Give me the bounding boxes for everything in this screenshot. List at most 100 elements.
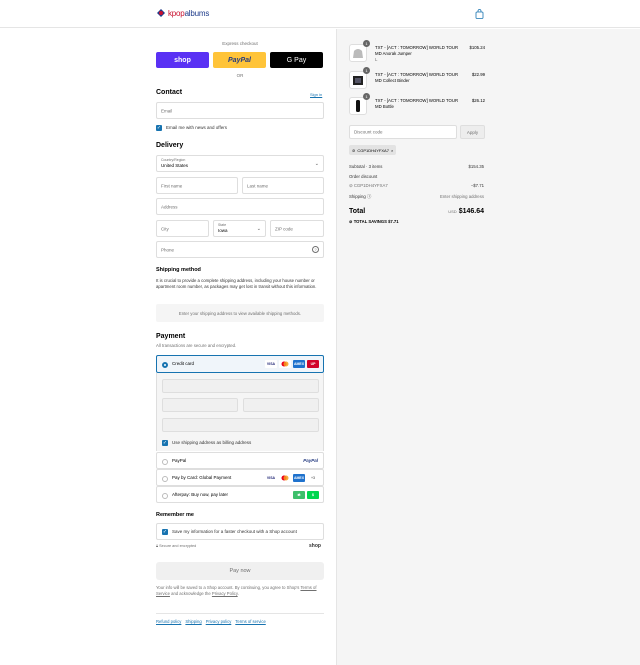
credit-card-radio[interactable] xyxy=(162,361,168,368)
legal-period: . xyxy=(237,591,239,596)
shop-pay-button[interactable]: shop xyxy=(156,52,209,68)
country-value: United States xyxy=(161,163,189,168)
cart-bag-icon[interactable] xyxy=(475,9,484,19)
pay-now-button[interactable]: Pay now xyxy=(156,562,324,580)
payment-subtitle: All transactions are secure and encrypte… xyxy=(156,343,237,348)
global-payment-radio[interactable] xyxy=(162,475,168,482)
country-label: Country/Region xyxy=(161,158,186,162)
total-savings-value: $7.71 xyxy=(388,219,399,224)
discount-value: −$7.71 xyxy=(470,183,484,188)
news-checkbox[interactable]: ✓ xyxy=(156,125,162,131)
quantity-badge: 1 xyxy=(363,67,370,74)
mastercard-icon xyxy=(279,474,291,482)
subtotal-label: Subtotal · 3 items xyxy=(349,164,383,169)
discount-code-field[interactable]: Discount code xyxy=(349,125,457,139)
security-code-field[interactable] xyxy=(243,398,319,412)
legal-and: and acknowledge the xyxy=(171,591,211,596)
quantity-badge: 1 xyxy=(363,93,370,100)
phone-field[interactable]: Phone ? xyxy=(156,241,324,258)
item-name: TXT - [ACT : TOMORROW] WORLD TOUR MD Col… xyxy=(375,72,459,83)
state-value: Iowa xyxy=(218,228,228,233)
shipping-method-heading: Shipping method xyxy=(156,267,201,273)
info-icon[interactable]: ⓘ xyxy=(367,194,371,199)
delivery-heading: Delivery xyxy=(156,142,184,149)
total-value: $146.64 xyxy=(458,208,484,215)
billing-address-label: Use shipping address as billing address xyxy=(172,440,252,445)
shipping-value: Enter shipping address xyxy=(440,194,484,199)
remove-discount-icon[interactable]: × xyxy=(391,148,393,153)
subtotal-value: $154.35 xyxy=(468,164,484,169)
address-placeholder: Address xyxy=(161,204,178,209)
footer-links: Refund policy Shipping Privacy policy Te… xyxy=(156,619,266,624)
expiry-field[interactable] xyxy=(162,398,238,412)
payment-option-afterpay[interactable]: Afterpay: Buy now, pay later ⇄ $ xyxy=(156,486,324,503)
city-field[interactable]: City xyxy=(156,220,209,237)
state-select[interactable]: State Iowa ⌄ xyxy=(213,220,266,237)
quantity-badge: 1 xyxy=(363,40,370,47)
visa-icon: VISA xyxy=(266,476,276,480)
discount-code-label: CGP1DH4YFXA7 xyxy=(353,183,388,188)
applied-discount-tag: ⊘ CGP1DH4YFXA7 × xyxy=(349,145,397,155)
paypal-radio[interactable] xyxy=(162,458,168,465)
save-info-checkbox[interactable]: ✓ xyxy=(162,529,168,535)
paypal-button[interactable]: PayPal xyxy=(213,52,266,68)
shop-privacy-link[interactable]: Privacy Policy xyxy=(212,591,238,596)
email-placeholder: Email xyxy=(161,108,173,113)
help-icon[interactable]: ? xyxy=(312,246,319,253)
savings-tag-icon: ⊘ xyxy=(349,219,353,224)
country-select[interactable]: Country/Region United States ⌄ xyxy=(156,155,324,172)
shipping-link[interactable]: Shipping xyxy=(185,619,201,624)
last-name-field[interactable]: Last name xyxy=(242,177,324,194)
zip-placeholder: ZIP code xyxy=(275,226,293,231)
address-field[interactable]: Address xyxy=(156,198,324,215)
order-discount-label: Order discount xyxy=(349,174,378,179)
zip-field[interactable]: ZIP code xyxy=(270,220,324,237)
more-cards-badge: +3 xyxy=(311,476,315,480)
tag-icon: ⊘ xyxy=(349,183,353,188)
logo-text-albums: albums xyxy=(184,8,210,18)
afterpay-radio[interactable] xyxy=(162,492,168,499)
card-number-field[interactable] xyxy=(162,379,319,393)
payment-option-paypal[interactable]: PayPal PayPal xyxy=(156,452,324,469)
sign-in-link[interactable]: Sign in xyxy=(310,92,322,97)
contact-heading: Contact xyxy=(156,89,183,96)
remember-me-box[interactable]: ✓ Save my information for a faster check… xyxy=(156,523,324,540)
or-divider: OR xyxy=(236,73,244,78)
apply-discount-button[interactable]: Apply xyxy=(460,125,485,139)
chevron-down-icon: ⌄ xyxy=(314,160,319,167)
phone-placeholder: Phone xyxy=(161,247,175,252)
credit-card-label: Credit card xyxy=(172,361,195,366)
shipping-methods-placeholder: Enter your shipping address to view avai… xyxy=(156,304,324,322)
lock-icon: 🔒︎ xyxy=(156,544,159,548)
line-item: 1 TXT - [ACT : TOMORROW] WORLD TOUR MD C… xyxy=(349,67,485,93)
refund-policy-link[interactable]: Refund policy xyxy=(156,619,181,624)
billing-address-checkbox[interactable]: ✓ xyxy=(162,440,168,446)
google-pay-button[interactable]: G Pay xyxy=(270,52,323,68)
cash-app-icon: $ xyxy=(307,491,319,499)
top-bar: kpopalbums xyxy=(0,0,640,28)
privacy-policy-link[interactable]: Privacy policy xyxy=(206,619,232,624)
payment-option-credit-card[interactable]: Credit card VISA AMEX UP xyxy=(156,355,324,373)
item-price: $22.99 xyxy=(471,72,485,77)
save-info-label: Save my information for a faster checkou… xyxy=(172,529,297,534)
email-field[interactable]: Email xyxy=(156,102,324,119)
remember-me-heading: Remember me xyxy=(156,512,194,518)
news-label: Email me with news and offers xyxy=(166,125,227,130)
logo-text-kpop: kpop xyxy=(168,8,185,18)
paypal-label: PayPal xyxy=(172,458,187,463)
shop-logo: shop xyxy=(309,543,321,549)
secure-label: Secure and encrypted xyxy=(159,544,197,548)
afterpay-label: Afterpay: Buy now, pay later xyxy=(172,492,229,497)
line-item: 1 TXT - [ACT : TOMORROW] WORLD TOUR MD B… xyxy=(349,93,485,119)
discount-code-placeholder: Discount code xyxy=(354,129,383,135)
terms-of-service-link[interactable]: Terms of service xyxy=(235,619,265,624)
amex-icon: AMEX xyxy=(293,360,305,368)
last-name-placeholder: Last name xyxy=(247,183,269,188)
item-variant: L xyxy=(375,57,378,62)
chevron-down-icon: ⌄ xyxy=(256,225,261,232)
global-payment-label: Pay by Card: Global Payment xyxy=(172,475,232,480)
name-on-card-field[interactable] xyxy=(162,418,319,432)
first-name-field[interactable]: First name xyxy=(156,177,238,194)
store-logo[interactable]: kpopalbums xyxy=(156,8,209,18)
payment-option-global-payment[interactable]: Pay by Card: Global Payment VISA AMEX +3 xyxy=(156,469,324,486)
